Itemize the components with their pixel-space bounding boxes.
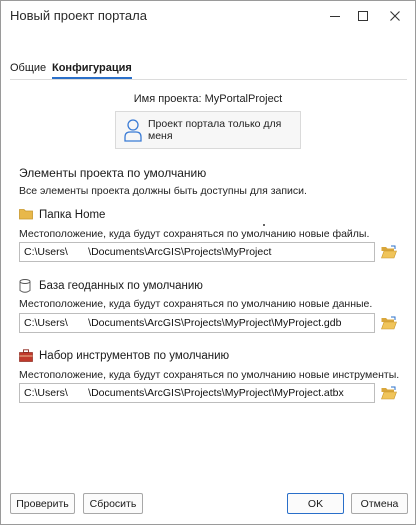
home-folder-browse-button[interactable] bbox=[381, 245, 397, 259]
tab-divider bbox=[10, 79, 407, 80]
database-icon bbox=[19, 279, 33, 293]
geodatabase-heading: База геоданных по умолчанию bbox=[19, 279, 203, 293]
user-icon bbox=[124, 118, 142, 142]
defaults-title: Элементы проекта по умолчанию bbox=[19, 166, 207, 180]
validate-button[interactable]: Проверить bbox=[10, 493, 75, 514]
toolbox-icon bbox=[19, 349, 33, 363]
open-folder-icon bbox=[381, 386, 397, 400]
toolbox-title: Набор инструментов по умолчанию bbox=[39, 350, 230, 362]
new-portal-project-dialog: Новый проект портала Общие Конфигурация … bbox=[0, 0, 416, 525]
home-folder-title: Папка Home bbox=[39, 209, 106, 221]
geodatabase-description: Местоположение, куда будут сохраняться п… bbox=[19, 298, 373, 310]
tab-configuration[interactable]: Конфигурация bbox=[52, 62, 132, 79]
folder-icon bbox=[19, 208, 33, 222]
toolbox-heading: Набор инструментов по умолчанию bbox=[19, 349, 229, 363]
defaults-note: Все элементы проекта должны быть доступн… bbox=[19, 185, 307, 197]
toolbox-description: Местоположение, куда будут сохраняться п… bbox=[19, 369, 400, 381]
minimize-icon bbox=[330, 16, 340, 17]
minimize-button[interactable] bbox=[321, 5, 349, 27]
sharing-option[interactable]: Проект портала только для меня bbox=[115, 111, 301, 149]
home-folder-heading: Папка Home bbox=[19, 208, 105, 222]
tab-general-label: Общие bbox=[10, 62, 47, 74]
tab-configuration-label: Конфигурация bbox=[52, 62, 132, 74]
maximize-button[interactable] bbox=[349, 5, 377, 27]
geodatabase-browse-button[interactable] bbox=[381, 316, 397, 330]
cancel-button[interactable]: Отмена bbox=[351, 493, 408, 514]
reset-button[interactable]: Сбросить bbox=[83, 493, 143, 514]
tab-general[interactable]: Общие bbox=[10, 62, 46, 74]
home-folder-path-input[interactable]: C:\Users\ \Documents\ArcGIS\Projects\MyP… bbox=[19, 242, 375, 262]
toolbox-browse-button[interactable] bbox=[381, 386, 397, 400]
open-folder-icon bbox=[381, 245, 397, 259]
ok-button[interactable]: OK bbox=[287, 493, 344, 514]
geodatabase-path-input[interactable]: C:\Users\ \Documents\ArcGIS\Projects\MyP… bbox=[19, 313, 375, 333]
close-button[interactable] bbox=[381, 5, 409, 27]
dialog-title: Новый проект портала bbox=[10, 8, 147, 23]
close-icon bbox=[390, 11, 400, 21]
stray-dot bbox=[263, 224, 265, 226]
toolbox-path-input[interactable]: C:\Users\ \Documents\ArcGIS\Projects\MyP… bbox=[19, 383, 375, 403]
open-folder-icon bbox=[381, 316, 397, 330]
sharing-label: Проект портала только для меня bbox=[148, 118, 282, 142]
project-name-label: Имя проекта: MyPortalProject bbox=[133, 93, 283, 105]
title-bar: Новый проект портала bbox=[1, 1, 415, 31]
maximize-icon bbox=[358, 11, 368, 21]
home-folder-description: Местоположение, куда будут сохраняться п… bbox=[19, 228, 370, 240]
geodatabase-title: База геоданных по умолчанию bbox=[39, 280, 203, 292]
